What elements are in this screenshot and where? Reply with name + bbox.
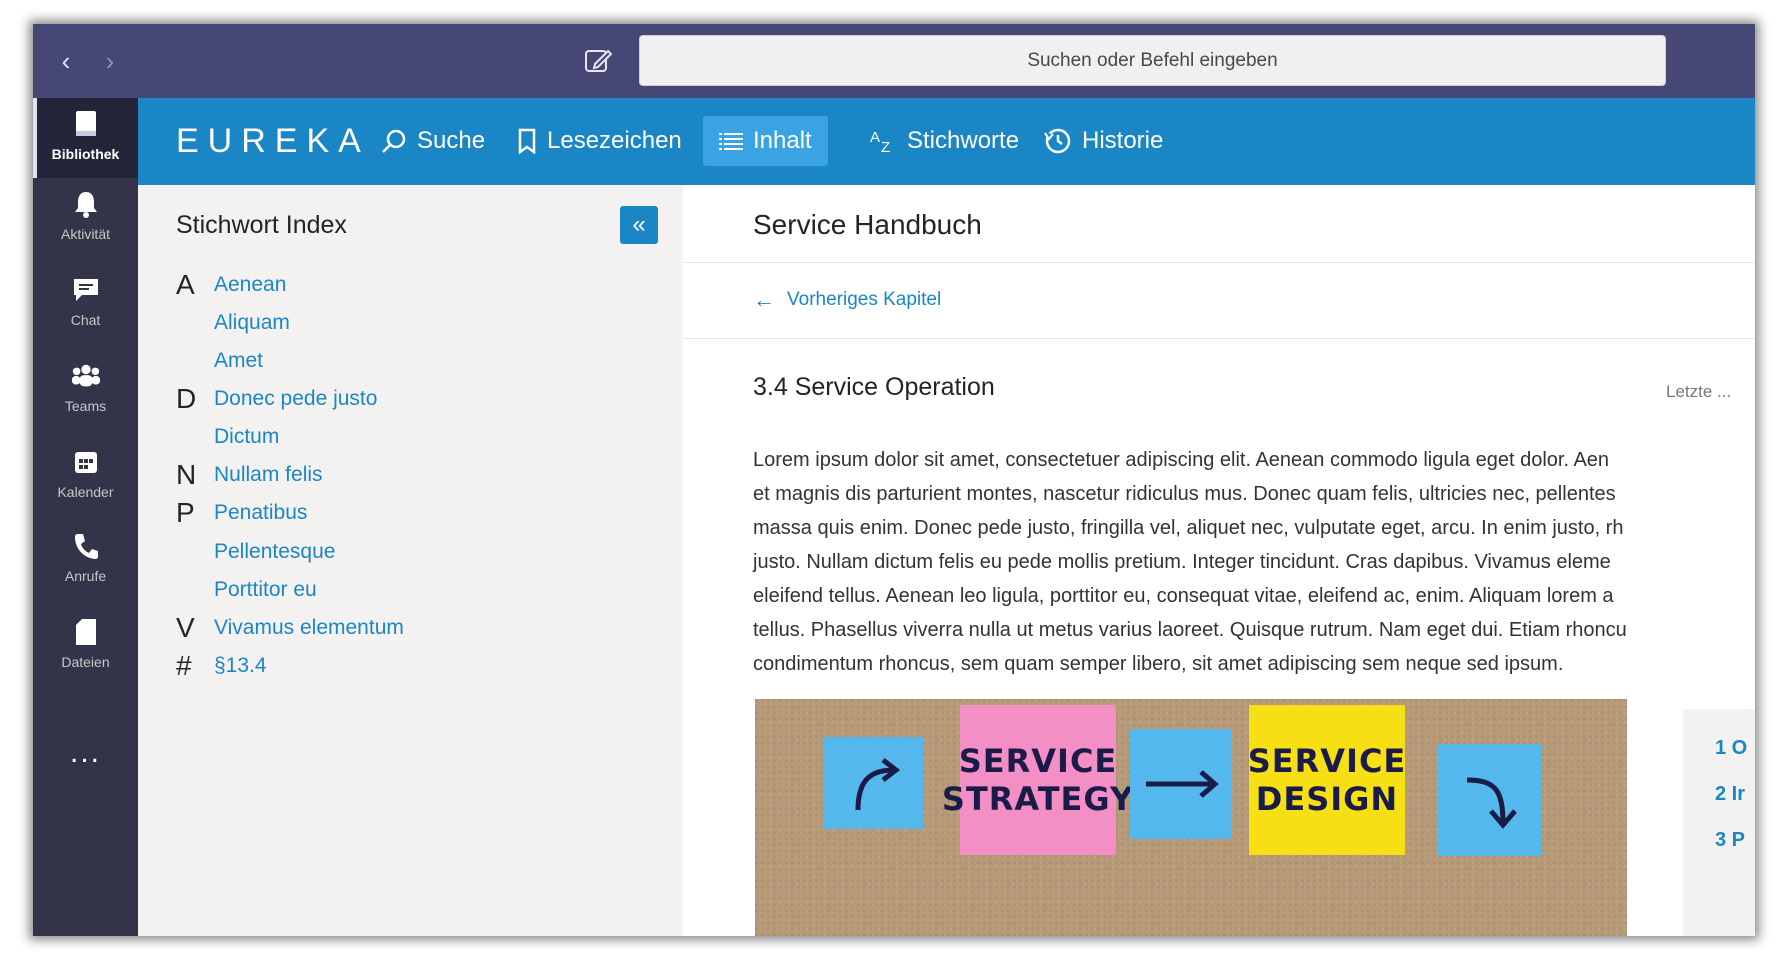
tab-bookmarks[interactable]: Lesezeichen	[501, 116, 698, 166]
document-title-bar: Service Handbuch	[683, 185, 1755, 263]
tab-label: Lesezeichen	[547, 127, 682, 154]
rail-item-teams[interactable]: Teams	[33, 360, 138, 440]
body-line: et magnis dis parturient montes, nascetu…	[753, 483, 1616, 505]
calendar-icon	[71, 446, 101, 478]
title-bar: ‹ › Suchen oder Befehl eingeben	[33, 24, 1755, 98]
rail-label: Anrufe	[64, 568, 107, 584]
sticky-note	[823, 737, 923, 829]
rail-item-library[interactable]: Bibliothek	[33, 98, 138, 178]
index-link[interactable]: Pellentesque	[214, 540, 335, 564]
tab-search[interactable]: Suche	[365, 116, 501, 166]
index-link[interactable]: Nullam felis	[214, 463, 323, 487]
app-rail: Bibliothek Aktivität Chat Teams Kalender	[33, 98, 138, 936]
rail-item-chat[interactable]: Chat	[33, 274, 138, 354]
compose-icon[interactable]	[581, 44, 615, 78]
index-link[interactable]: Vivamus elementum	[214, 616, 404, 640]
index-link[interactable]: Dictum	[214, 425, 279, 449]
tab-label: Inhalt	[753, 127, 812, 154]
rail-label: Chat	[70, 312, 101, 328]
rail-label: Teams	[64, 398, 107, 414]
previous-chapter-link[interactable]: ← Vorheriges Kapitel	[753, 287, 941, 313]
index-link[interactable]: Aliquam	[214, 311, 290, 335]
index-letter: A	[176, 269, 195, 300]
tab-label: Suche	[417, 127, 486, 154]
index-link[interactable]: §13.4	[214, 654, 267, 678]
document-title: Service Handbuch	[753, 209, 982, 240]
forward-arrow-icon[interactable]: ›	[95, 46, 125, 76]
collapse-panel-button[interactable]: «	[620, 206, 658, 244]
service-lifecycle-image: SERVICE STRATEGY SERVICE DESIGN	[755, 699, 1627, 936]
keyword-index-panel: Stichwort Index « A Aenean Aliquam Amet …	[138, 185, 683, 936]
index-letter: #	[176, 650, 192, 681]
body-line: massa quis enim. Donec pede justo, fring…	[753, 517, 1624, 539]
bell-icon	[71, 188, 101, 220]
history-icon	[1044, 127, 1072, 155]
curved-arrow-down-icon	[1466, 777, 1517, 829]
document-view: Service Handbuch ← Vorheriges Kapitel 3.…	[683, 185, 1755, 936]
index-link[interactable]: Amet	[214, 349, 263, 373]
app-window: ‹ › Suchen oder Befehl eingeben Biblioth…	[33, 24, 1755, 936]
index-letter: V	[176, 612, 195, 643]
rail-label: Bibliothek	[51, 146, 120, 162]
sticky-note	[1438, 744, 1541, 856]
tab-history[interactable]: Historie	[1028, 116, 1179, 166]
previous-chapter-label: Vorheriges Kapitel	[787, 289, 942, 310]
file-icon	[71, 616, 101, 648]
body-line: tellus. Phasellus viverra nulla ut metus…	[753, 619, 1627, 641]
body-line: Lorem ipsum dolor sit amet, consectetuer…	[753, 449, 1610, 471]
index-letter: D	[176, 383, 197, 414]
list-icon	[719, 131, 743, 151]
curved-arrow-icon	[855, 758, 901, 811]
tab-label: Stichworte	[907, 127, 1020, 154]
rail-label: Aktivität	[60, 226, 110, 242]
body-line: eleifend tellus. Aenean leo ligula, port…	[753, 585, 1614, 607]
sticky-note	[1130, 729, 1232, 839]
command-search-input[interactable]: Suchen oder Befehl eingeben	[639, 35, 1666, 86]
index-link[interactable]: Porttitor eu	[214, 578, 317, 602]
arrow-right-icon	[1146, 770, 1219, 798]
table-of-contents: 1 O 2 Ir 3 P	[1683, 709, 1755, 936]
phone-icon	[71, 530, 101, 562]
more-apps-button[interactable]: ...	[33, 736, 138, 770]
index-link[interactable]: Penatibus	[214, 501, 307, 525]
rail-label: Dateien	[61, 654, 110, 670]
app-logo: EUREKA	[176, 122, 370, 160]
library-icon	[71, 108, 101, 140]
chat-icon	[71, 274, 101, 306]
tab-content[interactable]: Inhalt	[703, 116, 828, 166]
index-link[interactable]: Aenean	[214, 273, 286, 297]
arrow-left-icon: ←	[753, 287, 775, 312]
sticky-note-design: SERVICE DESIGN	[1248, 705, 1405, 855]
last-updated-label: Letzte ...	[1666, 382, 1732, 401]
svg-text:Z: Z	[881, 139, 890, 154]
rail-item-calendar[interactable]: Kalender	[33, 446, 138, 526]
sticky-note-strategy: SERVICE STRATEGY	[942, 705, 1133, 855]
tab-keywords[interactable]: AZ Stichworte	[853, 116, 1035, 166]
bookmark-icon	[517, 128, 537, 154]
rail-item-activity[interactable]: Aktivität	[33, 188, 138, 268]
index-link[interactable]: Donec pede justo	[214, 387, 377, 411]
chapter-nav-bar: ← Vorheriges Kapitel	[683, 263, 1755, 339]
index-title: Stichwort Index	[176, 211, 347, 239]
back-arrow-icon[interactable]: ‹	[51, 46, 81, 76]
rail-item-calls[interactable]: Anrufe	[33, 530, 138, 610]
index-letter: P	[176, 497, 195, 528]
toc-item[interactable]: 2 Ir	[1715, 783, 1745, 806]
body-paragraph: Lorem ipsum dolor sit amet, consectetuer…	[753, 443, 1753, 681]
toc-item[interactable]: 1 O	[1715, 737, 1747, 760]
search-icon	[381, 128, 407, 154]
tab-label: Historie	[1082, 127, 1164, 154]
section-heading: 3.4 Service Operation	[753, 373, 995, 401]
body-line: condimentum rhoncus, sem quam semper lib…	[753, 653, 1564, 675]
teams-icon	[71, 360, 101, 392]
body-line: justo. Nullam dictum felis eu pede molli…	[753, 551, 1611, 573]
svg-text:A: A	[870, 129, 880, 146]
rail-item-files[interactable]: Dateien	[33, 616, 138, 696]
index-letter: N	[176, 459, 197, 490]
toc-item[interactable]: 3 P	[1715, 829, 1745, 852]
app-header: EUREKA Suche Lesezeichen Inhalt AZ Stich…	[138, 98, 1755, 185]
az-sort-icon: AZ	[869, 128, 897, 154]
rail-label: Kalender	[57, 484, 114, 500]
